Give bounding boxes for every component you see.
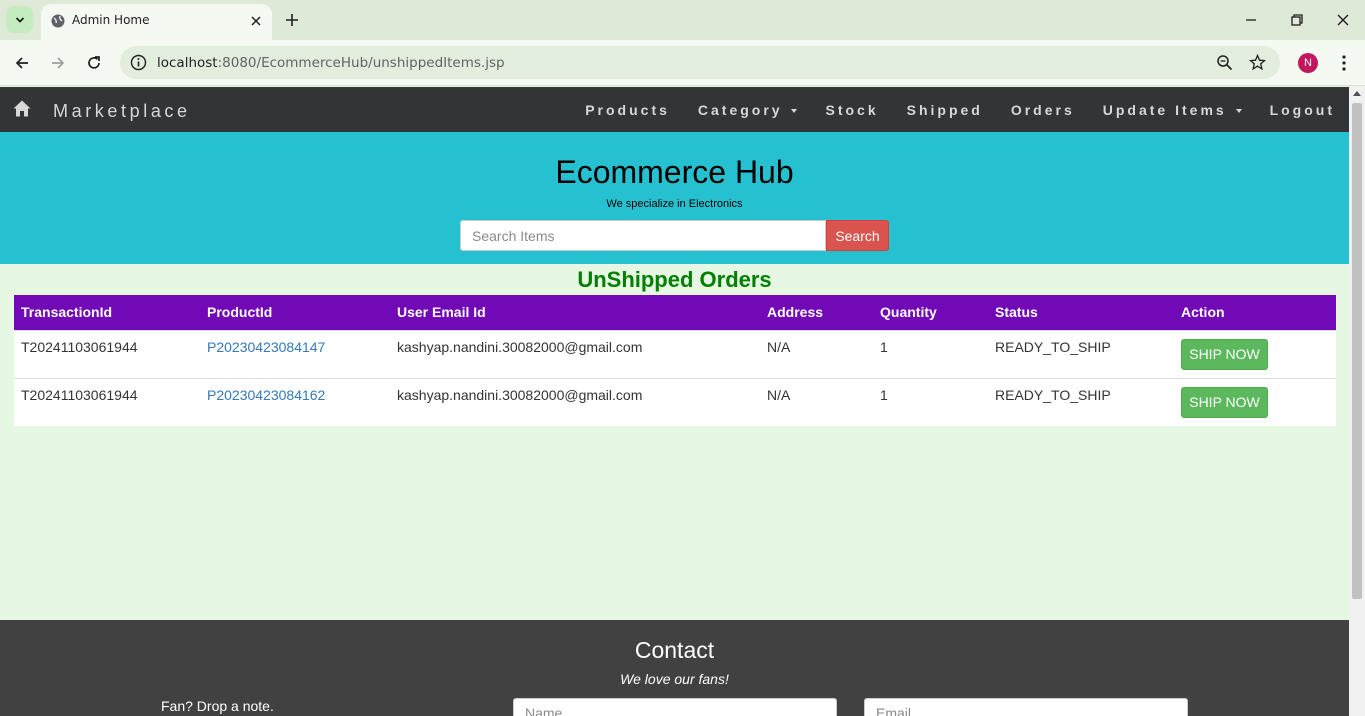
ship-now-button[interactable]: SHIP NOW <box>1181 386 1268 418</box>
contact-tagline: We love our fans! <box>620 671 729 687</box>
close-tab-icon[interactable] <box>248 13 264 29</box>
browser-toolbar: localhost:8080/EcommerceHub/unshippedIte… <box>0 40 1365 86</box>
site-subtitle: We specialize in Electronics <box>606 198 743 210</box>
nav-logout[interactable]: Logout <box>1256 102 1349 118</box>
profile-avatar[interactable]: N <box>1298 53 1318 73</box>
nav-shipped[interactable]: Shipped <box>893 102 997 118</box>
nav-shipped-label: Shipped <box>906 101 983 118</box>
nav-category-label: Category <box>697 101 783 118</box>
nav-update-items-dropdown[interactable]: Update Items <box>1089 102 1256 118</box>
contact-title: Contact <box>634 637 715 663</box>
email-cell: kashyap.nandini.30082000@gmail.com <box>390 329 760 378</box>
nav-stock[interactable]: Stock <box>811 102 892 118</box>
close-window-icon[interactable] <box>1335 12 1351 28</box>
caret-down-icon <box>791 108 798 113</box>
action-cell: SHIP NOW <box>1174 377 1336 426</box>
quantity-cell: 1 <box>873 329 988 378</box>
nav-orders[interactable]: Orders <box>997 102 1089 118</box>
new-tab-icon[interactable] <box>283 11 301 29</box>
product-id-link[interactable]: P20230423084162 <box>200 377 390 426</box>
ship-now-button[interactable]: SHIP NOW <box>1181 338 1268 370</box>
back-arrow-icon[interactable] <box>13 54 31 72</box>
nav-category-dropdown[interactable]: Category <box>684 102 812 118</box>
page-scrollbar[interactable] <box>1349 87 1365 716</box>
brand-link[interactable]: Marketplace <box>53 101 191 122</box>
nav-products[interactable]: Products <box>571 102 684 118</box>
reload-icon[interactable] <box>85 54 103 72</box>
address-cell: N/A <box>760 377 873 426</box>
action-cell: SHIP NOW <box>1174 329 1336 378</box>
table-header-row: TransactionId ProductId User Email Id Ad… <box>14 295 1336 330</box>
zoom-icon[interactable] <box>1216 54 1233 71</box>
nav-logout-label: Logout <box>1269 101 1335 118</box>
scroll-up-arrow-icon[interactable] <box>1353 91 1361 96</box>
unshipped-orders-table: TransactionId ProductId User Email Id Ad… <box>14 295 1336 426</box>
nav-products-label: Products <box>585 101 670 118</box>
table-row: T20241103061944 P20230423084162 kashyap.… <box>14 377 1336 426</box>
product-id-link[interactable]: P20230423084147 <box>200 329 390 378</box>
hero-banner: Ecommerce Hub We specialize in Electroni… <box>0 132 1349 264</box>
minimize-icon[interactable] <box>1243 12 1259 28</box>
column-header: TransactionId <box>14 295 200 330</box>
browser-tab-strip: Admin Home <box>0 0 1365 40</box>
fan-note-label: Fan? Drop a note. <box>161 698 274 714</box>
column-header: Status <box>988 295 1174 330</box>
search-input[interactable] <box>460 220 826 251</box>
address-bar[interactable]: localhost:8080/EcommerceHub/unshippedIte… <box>120 46 1280 79</box>
forward-arrow-icon[interactable] <box>49 54 67 72</box>
email-cell: kashyap.nandini.30082000@gmail.com <box>390 377 760 426</box>
nav-menu: Products Category Stock Shipped Orders U… <box>571 87 1349 132</box>
url-text[interactable]: localhost:8080/EcommerceHub/unshippedIte… <box>157 55 505 71</box>
home-icon[interactable] <box>13 100 31 117</box>
site-navbar: Marketplace Products Category Stock Ship… <box>0 87 1349 132</box>
transaction-id-cell: T20241103061944 <box>14 377 200 426</box>
column-header: ProductId <box>200 295 390 330</box>
page-title: UnShipped Orders <box>577 267 772 292</box>
caret-down-icon <box>1235 108 1242 113</box>
tab-search-button[interactable] <box>6 6 33 33</box>
url-host: localhost <box>157 55 218 71</box>
nav-orders-label: Orders <box>1010 101 1075 118</box>
page-viewport: Marketplace Products Category Stock Ship… <box>0 87 1349 716</box>
nav-update-items-label: Update Items <box>1102 101 1227 118</box>
contact-footer: Contact We love our fans! Fan? Drop a no… <box>0 620 1349 716</box>
address-cell: N/A <box>760 329 873 378</box>
email-field[interactable] <box>864 698 1188 716</box>
transaction-id-cell: T20241103061944 <box>14 329 200 378</box>
browser-menu-icon[interactable] <box>1336 54 1352 72</box>
search-button[interactable]: Search <box>826 220 889 251</box>
site-title: Ecommerce Hub <box>555 154 794 190</box>
column-header: Action <box>1174 295 1336 330</box>
name-field[interactable] <box>513 698 837 716</box>
bookmark-star-icon[interactable] <box>1249 54 1266 71</box>
status-cell: READY_TO_SHIP <box>988 377 1174 426</box>
status-cell: READY_TO_SHIP <box>988 329 1174 378</box>
tab-title: Admin Home <box>72 13 150 27</box>
url-path: :8080/EcommerceHub/unshippedItems.jsp <box>217 55 505 71</box>
site-info-icon[interactable] <box>130 54 147 71</box>
restore-icon[interactable] <box>1289 12 1305 28</box>
table-row: T20241103061944 P20230423084147 kashyap.… <box>14 329 1336 378</box>
scrollbar-thumb[interactable] <box>1352 103 1362 599</box>
column-header: User Email Id <box>390 295 760 330</box>
chevron-down-icon <box>15 16 24 23</box>
quantity-cell: 1 <box>873 377 988 426</box>
nav-stock-label: Stock <box>825 101 879 118</box>
column-header: Quantity <box>873 295 988 330</box>
browser-tab[interactable]: Admin Home <box>41 4 272 40</box>
column-header: Address <box>760 295 873 330</box>
globe-icon <box>51 14 65 28</box>
